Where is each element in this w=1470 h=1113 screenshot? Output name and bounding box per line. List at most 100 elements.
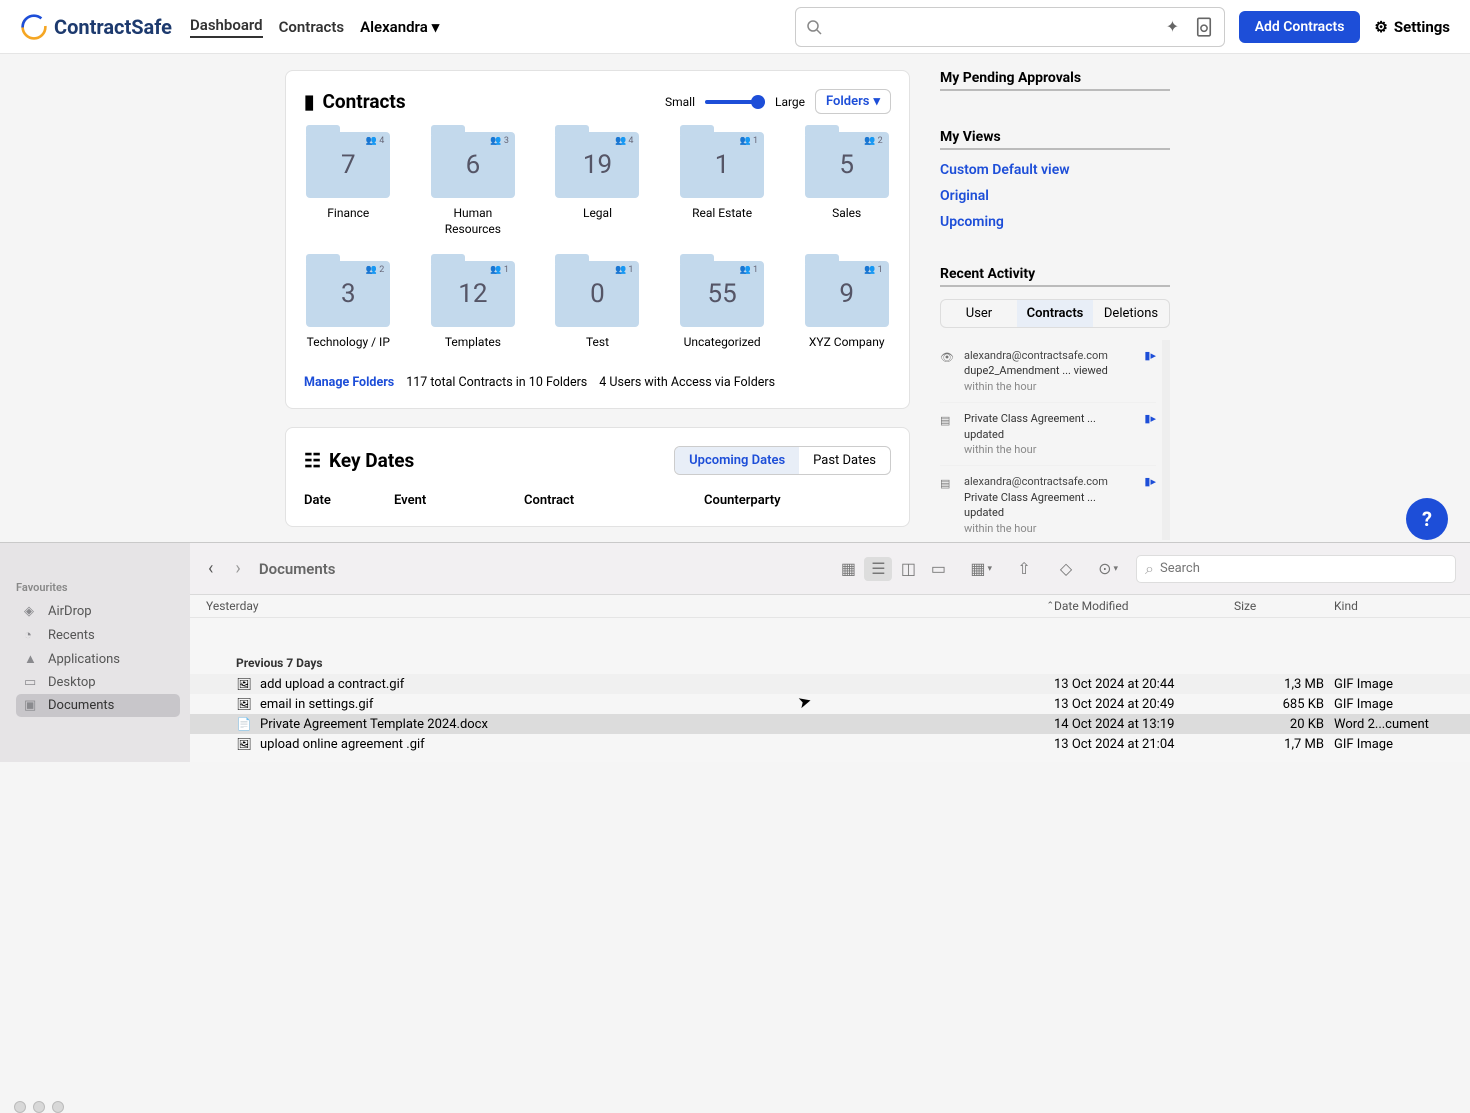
nav-dashboard[interactable]: Dashboard xyxy=(190,16,263,38)
activity-tab-contracts[interactable]: Contracts xyxy=(1017,300,1093,327)
fav-label: Recents xyxy=(48,628,95,643)
folders-dropdown[interactable]: Folders ▾ xyxy=(815,89,891,114)
file-row[interactable]: 📄Private Agreement Template 2024.docx 14… xyxy=(190,714,1470,734)
view-link[interactable]: Custom Default view xyxy=(940,162,1170,178)
sidebar-fav-item[interactable]: ▭Desktop xyxy=(16,671,180,694)
file-row[interactable]: 🖼upload online agreement .gif 13 Oct 202… xyxy=(190,734,1470,754)
forward-arrow-icon[interactable]: › xyxy=(231,558,244,579)
search-icon xyxy=(806,19,822,35)
folder-item[interactable]: 👥 2 3 Technology / IP xyxy=(304,261,393,351)
group-dropdown[interactable]: ▦ ▾ xyxy=(966,559,996,578)
finder-sidebar: Favourites ◈AirDrop◔Recents▲Applications… xyxy=(0,543,190,762)
activity-item[interactable]: ▤ Private Class Agreement ... updated wi… xyxy=(940,403,1156,466)
view-link[interactable]: Original xyxy=(940,188,1170,204)
ai-sparkle-icon[interactable]: ✦ xyxy=(1166,17,1186,37)
finder-search-input[interactable] xyxy=(1160,561,1447,576)
contracts-card-title: ▮ Contracts xyxy=(304,90,406,113)
gallery-view-button[interactable]: ▭ xyxy=(924,557,952,581)
folder-item[interactable]: 👥 2 5 Sales xyxy=(802,132,891,237)
global-search[interactable]: ✦ xyxy=(795,7,1225,47)
icon-view-button[interactable]: ▦ xyxy=(834,557,862,581)
folder-label: XYZ Company xyxy=(809,335,885,351)
help-fab[interactable]: ? xyxy=(1406,498,1448,540)
activity-open-icon[interactable]: ▮▸ xyxy=(1144,411,1156,457)
folder-item[interactable]: 👥 1 55 Uncategorized xyxy=(678,261,767,351)
file-row[interactable]: 🖼email in settings.gif 13 Oct 2024 at 20… xyxy=(190,694,1470,714)
column-view-button[interactable]: ◫ xyxy=(894,557,922,581)
brand-logo[interactable]: ContractSafe xyxy=(20,13,172,41)
nav-contracts[interactable]: Contracts xyxy=(279,18,345,36)
share-button[interactable]: ⇧ xyxy=(1010,557,1038,581)
tags-button[interactable]: ◇ xyxy=(1052,557,1080,581)
fav-icon: ▣ xyxy=(24,698,40,713)
sidebar-fav-item[interactable]: ▣ Documents xyxy=(16,694,180,717)
activity-time: within the hour xyxy=(964,379,1134,394)
sidebar-fav-item[interactable]: ◔Recents xyxy=(16,623,180,647)
back-arrow-icon[interactable]: ‹ xyxy=(204,558,217,579)
minimize-window-icon[interactable] xyxy=(33,1101,45,1113)
folder-size-slider[interactable] xyxy=(705,100,765,104)
upcoming-dates-tab[interactable]: Upcoming Dates xyxy=(675,447,799,474)
nav-user-name: Alexandra xyxy=(360,18,428,36)
activity-open-icon[interactable]: ▮▸ xyxy=(1144,474,1156,536)
col-name-header[interactable]: Yesterday xyxy=(206,599,259,613)
folder-item[interactable]: 👥 1 12 Templates xyxy=(429,261,518,351)
manage-folders-link[interactable]: Manage Folders xyxy=(304,375,394,390)
folder-label: Human Resources xyxy=(429,206,518,237)
folder-share-count: 👥 3 xyxy=(490,136,509,146)
folder-icon: 👥 1 1 xyxy=(680,132,764,198)
file-kind: Word 2...cument xyxy=(1334,717,1454,732)
file-kind: GIF Image xyxy=(1334,677,1454,692)
activity-item[interactable]: ▤ alexandra@contractsafe.com Private Cla… xyxy=(940,466,1156,540)
activity-open-icon[interactable]: ▮▸ xyxy=(1144,348,1156,394)
file-modified: 13 Oct 2024 at 20:44 xyxy=(1054,677,1234,692)
view-link[interactable]: Upcoming xyxy=(940,214,1170,230)
folder-item[interactable]: 👥 3 6 Human Resources xyxy=(429,132,518,237)
folder-icon: 👥 3 6 xyxy=(431,132,515,198)
zoom-window-icon[interactable] xyxy=(52,1101,64,1113)
group-label: Previous 7 Days xyxy=(190,648,1470,674)
add-contracts-button[interactable]: Add Contracts xyxy=(1239,11,1361,43)
file-name: add upload a contract.gif xyxy=(260,677,404,692)
finder-search[interactable]: ⌕ xyxy=(1136,555,1456,583)
past-dates-tab[interactable]: Past Dates xyxy=(799,447,890,474)
folder-icon: 👥 1 0 xyxy=(555,261,639,327)
nav-user-menu[interactable]: Alexandra ▾ xyxy=(360,18,439,36)
activity-item[interactable]: 👁 alexandra@contractsafe.com dupe2_Amend… xyxy=(940,340,1156,403)
col-event: Event xyxy=(394,493,524,508)
activity-description: dupe2_Amendment ... viewed xyxy=(964,363,1134,378)
col-date: Date xyxy=(304,493,394,508)
folder-share-count: 👥 1 xyxy=(490,265,509,275)
fav-label: Documents xyxy=(48,698,114,713)
search-input[interactable] xyxy=(822,19,1158,35)
activity-tab-user[interactable]: User xyxy=(941,300,1017,327)
file-modified: 13 Oct 2024 at 20:49 xyxy=(1054,697,1234,712)
activity-description: Private Class Agreement ... updated xyxy=(964,490,1134,521)
activity-tab-deletions[interactable]: Deletions xyxy=(1093,300,1169,327)
folder-label: Finance xyxy=(327,206,369,222)
folder-item[interactable]: 👥 1 9 XYZ Company xyxy=(802,261,891,351)
gear-icon: ⚙ xyxy=(1374,18,1387,36)
activity-type-icon: ▤ xyxy=(940,476,954,536)
sidebar-fav-item[interactable]: ▲Applications xyxy=(16,647,180,671)
settings-link[interactable]: ⚙ Settings xyxy=(1374,18,1450,36)
contracts-summary-1: 117 total Contracts in 10 Folders xyxy=(406,375,587,390)
sort-caret-icon[interactable]: ⌃ xyxy=(1046,601,1054,611)
folder-icon: 👥 1 9 xyxy=(805,261,889,327)
folder-item[interactable]: 👥 4 19 Legal xyxy=(553,132,642,237)
list-view-button[interactable]: ☰ xyxy=(864,557,892,581)
doc-search-icon[interactable] xyxy=(1194,17,1214,37)
file-row[interactable]: 🖼add upload a contract.gif 13 Oct 2024 a… xyxy=(190,674,1470,694)
folder-item[interactable]: 👥 1 0 Test xyxy=(553,261,642,351)
col-kind-header[interactable]: Kind xyxy=(1334,599,1454,613)
folder-item[interactable]: 👥 1 1 Real Estate xyxy=(678,132,767,237)
close-window-icon[interactable] xyxy=(14,1101,26,1113)
col-modified-header[interactable]: Date Modified xyxy=(1054,599,1234,613)
window-controls[interactable] xyxy=(14,1101,64,1113)
finder-window: Favourites ◈AirDrop◔Recents▲Applications… xyxy=(0,542,1470,762)
folder-item[interactable]: 👥 4 7 Finance xyxy=(304,132,393,237)
col-size-header[interactable]: Size xyxy=(1234,599,1334,613)
sidebar-fav-item[interactable]: ◈AirDrop xyxy=(16,600,180,623)
folder-label: Uncategorized xyxy=(684,335,761,351)
actions-dropdown[interactable]: ⊙ ▾ xyxy=(1094,559,1122,578)
